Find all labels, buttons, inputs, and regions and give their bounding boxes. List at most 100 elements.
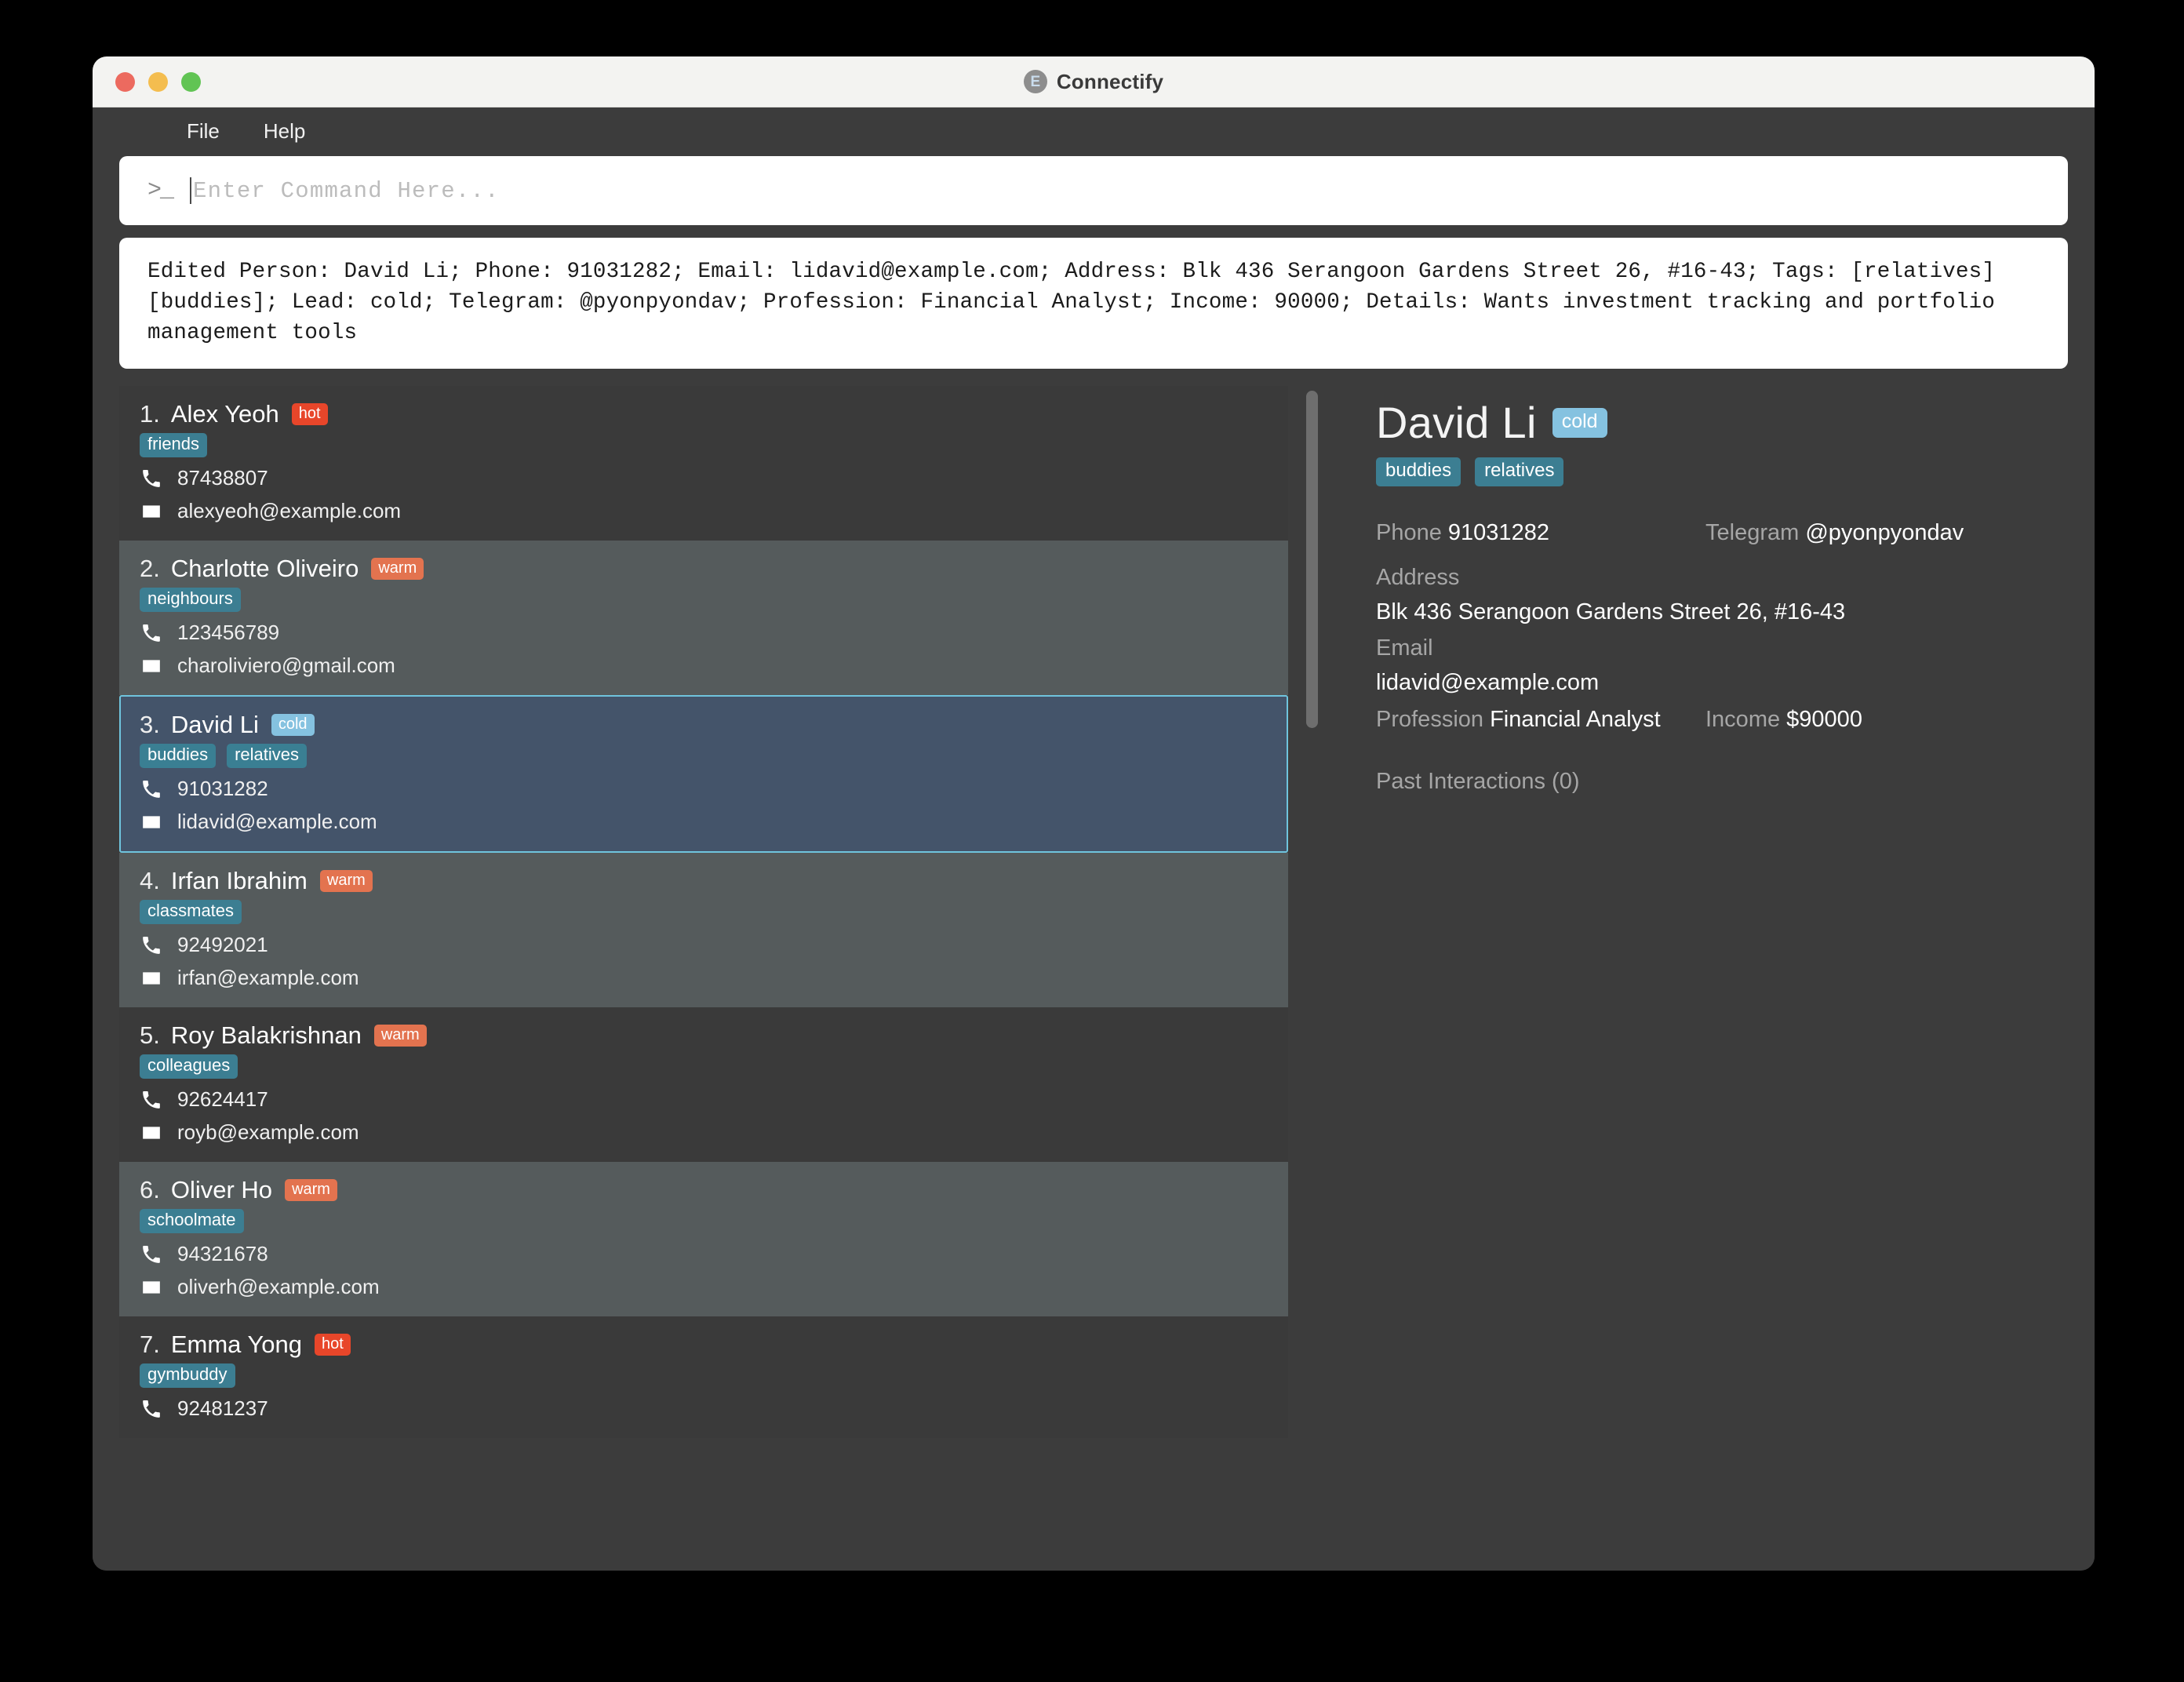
detail-lead-badge: cold — [1552, 407, 1607, 438]
detail-telegram-field: Telegram @pyonpyondav — [1705, 515, 2068, 551]
lead-badge: hot — [315, 1334, 351, 1356]
contact-list-item[interactable]: 1. Alex Yeoh hot friends 87438807 alexye… — [119, 386, 1288, 541]
phone-icon — [140, 1244, 163, 1265]
contact-phone: 92481237 — [177, 1396, 268, 1420]
contact-tags: buddies relatives — [140, 744, 1287, 768]
menu-bar: File Help — [93, 107, 2095, 155]
contact-list-panel: 1. Alex Yeoh hot friends 87438807 alexye… — [119, 386, 1318, 1571]
detail-phone-label: Phone — [1376, 520, 1442, 545]
contact-email: royb@example.com — [177, 1120, 359, 1144]
contact-name-line: 3. David Li cold — [140, 711, 1287, 739]
contact-name: Emma Yong — [170, 1331, 303, 1358]
contact-phone: 87438807 — [177, 466, 268, 490]
tag-chip: relatives — [1475, 457, 1564, 486]
command-input-placeholder: Enter Command Here... — [193, 177, 500, 204]
detail-telegram-label: Telegram — [1705, 520, 1800, 545]
app-logo-icon: E — [1023, 70, 1047, 93]
detail-name-line: David Li cold — [1376, 397, 2068, 448]
detail-telegram-value: @pyonpyondav — [1805, 520, 1964, 545]
minimize-window-button[interactable] — [148, 71, 168, 92]
contact-phone-field: 92624417 — [140, 1087, 1288, 1112]
contact-phone-field: 123456789 — [140, 621, 1288, 645]
contact-tags: schoolmate — [140, 1209, 1288, 1233]
contact-email: lidavid@example.com — [177, 810, 377, 833]
phone-icon — [140, 935, 163, 956]
maximize-window-button[interactable] — [181, 71, 201, 92]
lead-badge: warm — [285, 1179, 337, 1201]
detail-fields: Phone 91031282 Telegram @pyonpyondav Add… — [1376, 515, 2068, 747]
window-title-group: E Connectify — [93, 70, 2095, 94]
result-display-box: Edited Person: David Li; Phone: 91031282… — [119, 238, 2068, 369]
traffic-lights — [115, 71, 201, 92]
email-icon — [140, 656, 163, 676]
contact-index: 2. — [140, 555, 160, 582]
contact-tags: classmates — [140, 900, 1288, 924]
contact-index: 6. — [140, 1176, 160, 1203]
contact-name-line: 6. Oliver Ho warm — [140, 1176, 1288, 1204]
contact-index: 3. — [140, 711, 160, 738]
text-caret — [190, 177, 192, 204]
contact-name-line: 5. Roy Balakrishnan warm — [140, 1021, 1288, 1050]
detail-profession-label: Profession — [1376, 707, 1484, 732]
contact-name: Oliver Ho — [170, 1176, 273, 1203]
lead-badge: warm — [373, 1025, 427, 1047]
tag-chip: relatives — [227, 744, 307, 768]
detail-email-field: Email lidavid@example.com — [1376, 631, 2068, 700]
contact-tags: friends — [140, 433, 1288, 457]
detail-income-label: Income — [1705, 707, 1781, 732]
app-window: E Connectify File Help >_ Enter Command … — [93, 56, 2095, 1571]
contact-name-line: 7. Emma Yong hot — [140, 1331, 1288, 1359]
contact-phone: 123456789 — [177, 621, 280, 644]
contact-phone: 92624417 — [177, 1087, 268, 1111]
phone-icon — [140, 623, 163, 643]
main-content: 1. Alex Yeoh hot friends 87438807 alexye… — [119, 386, 2068, 1571]
email-icon — [140, 1277, 163, 1298]
contact-email-field: lidavid@example.com — [140, 810, 1287, 834]
contact-phone-field: 94321678 — [140, 1242, 1288, 1266]
detail-address-field: Address Blk 436 Serangoon Gardens Street… — [1376, 560, 2068, 629]
close-window-button[interactable] — [115, 71, 135, 92]
contact-phone: 94321678 — [177, 1242, 268, 1265]
contact-email-field: charoliviero@gmail.com — [140, 654, 1288, 678]
contact-list-item[interactable]: 4. Irfan Ibrahim warm classmates 9249202… — [119, 853, 1288, 1007]
lead-badge: hot — [291, 403, 328, 425]
detail-contact-name: David Li — [1376, 398, 1537, 447]
app-body: >_ Enter Command Here... Edited Person: … — [93, 155, 2095, 1571]
detail-profession-field: Profession Financial Analyst — [1376, 701, 1705, 737]
email-icon — [140, 1123, 163, 1143]
detail-address-value: Blk 436 Serangoon Gardens Street 26, #16… — [1376, 599, 1846, 624]
command-input-box[interactable]: >_ Enter Command Here... — [119, 156, 2068, 225]
contact-email: irfan@example.com — [177, 966, 359, 989]
detail-email-value: lidavid@example.com — [1376, 670, 1600, 695]
menu-item-help[interactable]: Help — [264, 119, 305, 144]
contact-name-line: 1. Alex Yeoh hot — [140, 400, 1288, 428]
tag-chip: friends — [140, 433, 208, 457]
tag-chip: neighbours — [140, 588, 241, 612]
contact-tags: neighbours — [140, 588, 1288, 612]
contact-index: 1. — [140, 400, 160, 428]
contact-name: David Li — [170, 711, 259, 738]
contact-email: charoliviero@gmail.com — [177, 654, 395, 677]
tag-chip: colleagues — [140, 1054, 238, 1079]
contact-list-item[interactable]: 2. Charlotte Oliveiro warm neighbours 12… — [119, 541, 1288, 695]
prompt-icon: >_ — [147, 177, 174, 204]
contact-phone-field: 91031282 — [140, 777, 1287, 801]
menu-item-file[interactable]: File — [187, 119, 220, 144]
detail-email-label: Email — [1376, 635, 1433, 661]
contact-list-item[interactable]: 6. Oliver Ho warm schoolmate 94321678 ol… — [119, 1162, 1288, 1316]
phone-icon — [140, 779, 163, 799]
contact-list-item-selected[interactable]: 3. David Li cold buddies relatives 91031… — [119, 695, 1288, 853]
scrollbar-thumb[interactable] — [1306, 391, 1318, 728]
contact-list-item[interactable]: 5. Roy Balakrishnan warm colleagues 9262… — [119, 1007, 1288, 1162]
contact-index: 5. — [140, 1021, 160, 1049]
result-text: Edited Person: David Li; Phone: 91031282… — [147, 260, 2008, 345]
contact-list-scrollbar[interactable] — [1304, 386, 1318, 1571]
contact-index: 4. — [140, 867, 160, 894]
contact-phone-field: 92481237 — [140, 1396, 1288, 1421]
title-bar: E Connectify — [93, 56, 2095, 107]
contact-list-item[interactable]: 7. Emma Yong hot gymbuddy 92481237 — [119, 1316, 1288, 1438]
phone-icon — [140, 1399, 163, 1419]
contact-index: 7. — [140, 1331, 160, 1358]
contact-phone-field: 87438807 — [140, 466, 1288, 490]
contact-email: alexyeoh@example.com — [177, 499, 402, 522]
